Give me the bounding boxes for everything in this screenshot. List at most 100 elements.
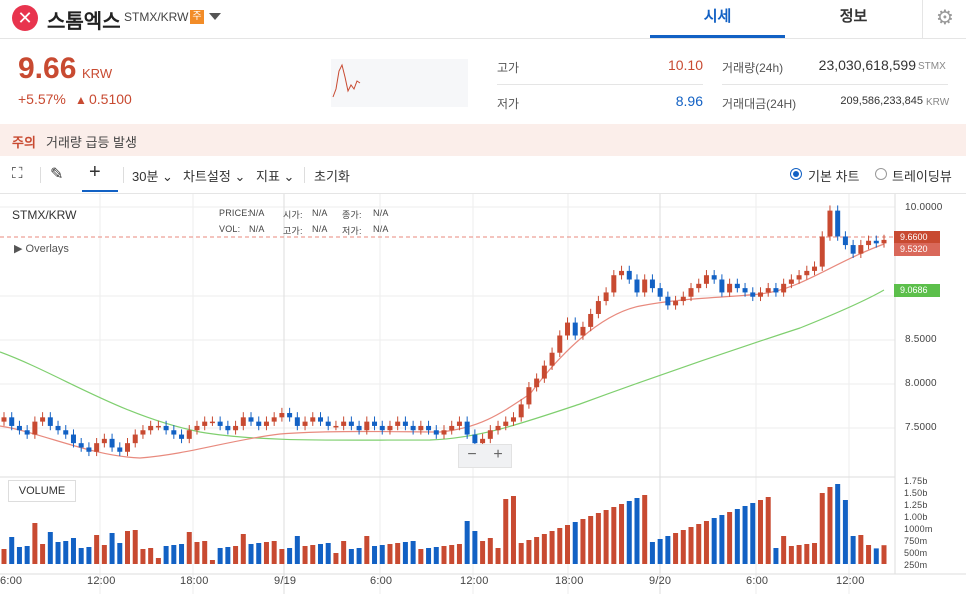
chart-settings-menu[interactable]: 차트설정 ⌄	[183, 166, 245, 185]
candle-body	[317, 417, 323, 422]
coin-pair[interactable]: STMX/KRW	[124, 10, 188, 24]
volume-bar	[727, 512, 733, 564]
candle-body	[341, 421, 347, 426]
volume-bar	[148, 548, 154, 564]
volume-bar	[256, 543, 262, 564]
volume-bar	[673, 533, 679, 564]
price-chart[interactable]: STMX/KRW ▶ Overlays PRICE: N/A 시가: N/A 종…	[0, 194, 966, 595]
candle-body	[132, 434, 138, 444]
zoom-in-button[interactable]: +	[485, 446, 511, 464]
volume-bar	[595, 513, 601, 564]
price-tick: 8.5000	[905, 334, 937, 345]
candle-body	[410, 425, 416, 431]
candle-body	[657, 288, 663, 297]
candle-body	[858, 245, 864, 254]
volume-bar	[534, 537, 540, 564]
candle-body	[765, 288, 771, 293]
volume-bar	[495, 548, 501, 564]
candle-body	[464, 421, 470, 435]
volume-bar	[271, 541, 277, 564]
volume-bar	[387, 544, 393, 564]
candle-body	[271, 417, 277, 422]
divider	[304, 167, 305, 183]
notice-banner[interactable]: 주의 거래량 급등 발생	[0, 124, 966, 156]
interval-select[interactable]: 30분 ⌄	[132, 166, 173, 185]
volume-bar	[32, 523, 38, 564]
volume-bar	[24, 546, 30, 564]
basic-chart-label[interactable]: 기본 차트	[808, 166, 859, 185]
tab-quote[interactable]: 시세	[650, 0, 785, 38]
info-vol-value: N/A	[249, 224, 265, 234]
volume-bar	[866, 545, 872, 564]
volume-label: VOLUME	[8, 480, 76, 502]
candle-body	[47, 417, 53, 426]
up-arrow-icon: ▲	[75, 93, 87, 107]
candle-body	[711, 275, 717, 280]
indicators-menu[interactable]: 지표 ⌄	[256, 166, 294, 185]
info-high-value: N/A	[312, 224, 328, 234]
volume-tick: 750m	[904, 536, 928, 546]
candle-body	[1, 417, 7, 422]
candle-body	[387, 425, 393, 431]
divider	[722, 84, 948, 85]
chart-canvas[interactable]	[0, 194, 966, 595]
volume-bar	[734, 509, 740, 564]
candle-body	[364, 421, 370, 431]
volume-bar	[225, 547, 231, 564]
candle-body	[356, 425, 362, 431]
tab-info[interactable]: 정보	[786, 0, 921, 38]
crosshair-icon[interactable]: +	[89, 161, 101, 184]
candle-body	[742, 288, 748, 293]
amount-unit: KRW	[926, 97, 950, 108]
volume-bar	[233, 546, 239, 564]
candle-body	[665, 296, 671, 306]
tradingview-label[interactable]: 트레이딩뷰	[892, 166, 952, 185]
volume-bar	[642, 495, 648, 564]
basic-chart-radio[interactable]	[790, 168, 802, 180]
candle-body	[101, 438, 107, 444]
gear-icon[interactable]: ⚙	[922, 0, 966, 38]
fullscreen-icon[interactable]: ⛶	[12, 165, 23, 182]
candle-body	[703, 275, 709, 284]
high-value: 10.10	[667, 57, 703, 73]
volume-bar	[464, 521, 470, 564]
candle-body	[163, 425, 169, 431]
ma-long-tag: 9.0686	[894, 284, 940, 297]
candle-body	[788, 279, 794, 284]
candle-body	[70, 434, 76, 444]
pencil-icon[interactable]: ✎	[50, 164, 63, 184]
volume-tick: 1.25b	[904, 500, 928, 510]
volume-bar	[657, 539, 663, 564]
candle-body	[287, 413, 293, 418]
volume-bar	[402, 542, 408, 564]
volume-bar	[294, 536, 300, 564]
candle-body	[626, 270, 632, 280]
chevron-down-icon[interactable]	[209, 13, 221, 20]
zoom-out-button[interactable]: −	[459, 446, 485, 464]
candle-body	[881, 239, 887, 244]
volume-bar	[804, 544, 810, 564]
candle-body	[233, 425, 239, 431]
candle-body	[688, 288, 694, 297]
info-high-label: 고가:	[283, 226, 303, 236]
volume-bar	[503, 499, 509, 564]
reset-button[interactable]: 초기화	[314, 166, 350, 185]
amount-label: 거래대금(24H)	[722, 97, 797, 111]
candle-body	[696, 283, 702, 289]
candle-body	[32, 421, 38, 435]
candle-body	[256, 421, 262, 426]
volume-bar	[9, 537, 15, 564]
price-unit: KRW	[82, 66, 113, 81]
tradingview-radio[interactable]	[875, 168, 887, 180]
overlays-toggle[interactable]: ▶ Overlays	[14, 242, 69, 255]
volume-bar	[333, 553, 339, 564]
notice-tag: 주의	[12, 135, 36, 150]
candle-body	[240, 417, 246, 426]
coin-name[interactable]: 스톰엑스	[47, 5, 121, 34]
info-vol-label: VOL:	[219, 224, 241, 234]
volume-bar	[842, 500, 848, 564]
volume-bar	[395, 543, 401, 564]
candle-body	[202, 421, 208, 426]
candle-body	[117, 447, 123, 452]
volume-bar	[742, 506, 748, 564]
